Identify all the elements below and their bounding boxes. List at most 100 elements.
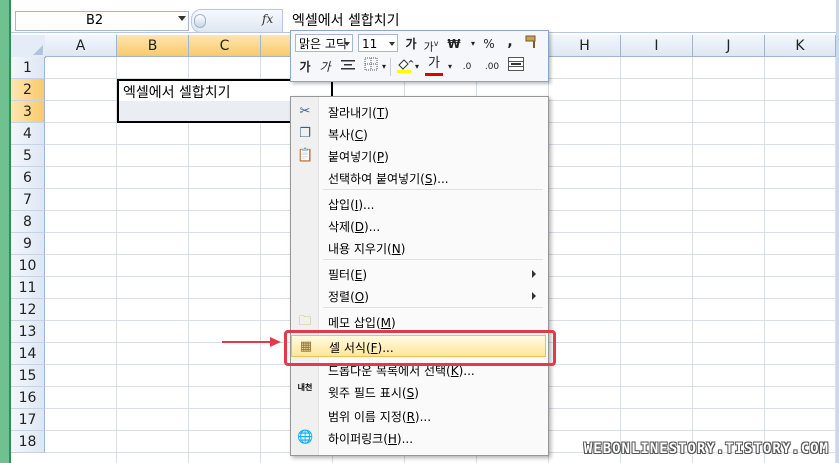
menu-ellipsis: ...	[401, 432, 414, 446]
column-header-j[interactable]: J	[693, 35, 765, 57]
column-header-k[interactable]: K	[765, 35, 836, 57]
menu-label-text: 정렬	[328, 290, 351, 304]
menu-item-label: 삭제(D)...	[328, 220, 381, 234]
column-header-c[interactable]: C	[189, 35, 261, 57]
row-header-12[interactable]: 12	[11, 299, 45, 321]
column-header-i[interactable]: I	[621, 35, 693, 57]
splitter-handle-icon[interactable]	[194, 14, 206, 28]
menu-label-text: 내용 지우기	[328, 242, 388, 256]
menu-label-text: 복사	[328, 128, 351, 142]
row-header-2[interactable]: 2	[11, 79, 45, 101]
menu-item-14[interactable]: 범위 이름 지정(R)...	[291, 405, 546, 427]
menu-item-6[interactable]: 삭제(D)...	[291, 215, 546, 237]
context-menu: ✂ 잘라내기(T) ❐ 복사(C) 📋 붙여넣기(P) 선택하여 붙여넣기(S)... 삽입(…	[290, 96, 549, 456]
menu-ellipsis: ...	[463, 364, 475, 378]
menu-accelerator-key: C	[354, 128, 364, 142]
row-header-10[interactable]: 10	[11, 255, 45, 277]
currency-dropdown-icon[interactable]: ▾	[471, 34, 475, 54]
row-header-16[interactable]: 16	[11, 387, 45, 409]
percent-button[interactable]: %	[481, 34, 497, 54]
menu-ellipsis: ...	[419, 410, 432, 424]
menu-item-label: 삽입(I)...	[328, 198, 375, 212]
formula-bar-splitter[interactable]: fx	[191, 9, 283, 33]
phonetic-icon: 내천	[297, 383, 313, 392]
row-header-18[interactable]: 18	[11, 431, 45, 453]
italic-button[interactable]: 가	[317, 57, 333, 77]
menu-item-8[interactable]: 필터(E)	[291, 263, 546, 285]
menu-item-label: 복사(C)	[328, 128, 368, 142]
currency-button[interactable]: ₩	[445, 34, 463, 54]
row-header-17[interactable]: 17	[11, 409, 45, 431]
row-header-8[interactable]: 8	[11, 211, 45, 233]
format-painter-icon[interactable]	[523, 34, 541, 54]
decrease-decimal-button[interactable]: .00	[481, 57, 503, 77]
row-header-4[interactable]: 4	[11, 123, 45, 145]
menu-item-7[interactable]: 내용 지우기(N)	[291, 237, 546, 259]
align-center-icon[interactable]	[339, 57, 357, 77]
copy-icon: ❐	[299, 126, 311, 141]
font-color-button[interactable]: 가	[425, 55, 443, 76]
menu-item-13[interactable]: 내천 윗주 필드 표시(S)	[291, 381, 546, 403]
column-header-b[interactable]: B	[117, 35, 189, 57]
menu-item-4[interactable]: 선택하여 붙여넣기(S)...	[291, 167, 546, 189]
paste-icon: 📋	[297, 148, 314, 163]
menu-separator	[323, 307, 543, 308]
shrink-font-button[interactable]: 가v	[423, 34, 439, 54]
fill-color-dropdown-icon[interactable]: ▾	[414, 57, 420, 77]
menu-item-label: 붙여넣기(P)	[328, 150, 389, 164]
menu-ellipsis: ...	[368, 220, 381, 234]
formula-input[interactable]: 엑셀에서 셀합치기	[284, 9, 836, 31]
menu-separator	[323, 189, 543, 190]
chevron-down-icon[interactable]	[178, 16, 186, 21]
merge-center-icon[interactable]	[507, 57, 525, 77]
mini-toolbar: 맑은 고딕 11 가^ 가v ₩ ▾ % , 가 가 ▾ ▾ 가 ▾ .0 .0…	[290, 30, 549, 82]
fill-color-icon[interactable]	[395, 57, 413, 77]
gridline-vertical	[692, 57, 693, 463]
select-all-button[interactable]	[11, 35, 46, 58]
comma-button[interactable]: ,	[503, 32, 517, 52]
row-header-11[interactable]: 11	[11, 277, 45, 299]
menu-item-5[interactable]: 삽입(I)...	[291, 193, 546, 215]
column-header-a[interactable]: A	[45, 35, 117, 57]
borders-icon[interactable]	[363, 57, 379, 77]
chevron-down-icon[interactable]	[389, 42, 395, 46]
row-header-5[interactable]: 5	[11, 145, 45, 167]
font-name-value: 맑은 고딕	[299, 37, 347, 51]
name-box[interactable]: B2	[15, 11, 189, 31]
menu-accelerator-key: K	[450, 364, 459, 378]
menu-label-text: 드롭다운 목록에서 선택	[328, 364, 447, 378]
menu-item-2[interactable]: ❐ 복사(C)	[291, 123, 546, 145]
memo-icon: 🗀	[298, 314, 312, 329]
row-header-6[interactable]: 6	[11, 167, 45, 189]
column-header-h[interactable]: H	[549, 35, 621, 57]
menu-accelerator-key: O	[354, 290, 365, 304]
chevron-down-icon[interactable]	[344, 42, 350, 46]
row-header-7[interactable]: 7	[11, 189, 45, 211]
menu-ellipsis: ...	[437, 172, 449, 186]
menu-item-1[interactable]: ✂ 잘라내기(T)	[291, 101, 546, 123]
row-header-1[interactable]: 1	[11, 57, 45, 79]
increase-decimal-button[interactable]: .0	[457, 57, 477, 77]
menu-item-label: 잘라내기(T)	[328, 106, 389, 120]
chevron-right-icon	[532, 292, 536, 300]
row-header-9[interactable]: 9	[11, 233, 45, 255]
red-arrow-icon	[222, 337, 281, 347]
row-header-13[interactable]: 13	[11, 321, 45, 343]
font-name-select[interactable]: 맑은 고딕	[295, 34, 353, 52]
menu-item-15[interactable]: 🌐 하이퍼링크(H)...	[291, 427, 546, 449]
insert-function-button[interactable]: fx	[262, 12, 273, 26]
font-color-dropdown-icon[interactable]: ▾	[447, 57, 453, 77]
menu-accelerator-key: H	[387, 432, 397, 446]
row-header-15[interactable]: 15	[11, 365, 45, 387]
grow-font-button[interactable]: 가^	[403, 34, 419, 68]
row-header-3[interactable]: 3	[11, 101, 45, 123]
menu-item-9[interactable]: 정렬(O)	[291, 285, 546, 307]
row-header-14[interactable]: 14	[11, 343, 45, 365]
font-size-select[interactable]: 11	[358, 34, 398, 52]
borders-dropdown-icon[interactable]: ▾	[381, 57, 387, 77]
name-box-value: B2	[86, 13, 104, 28]
bold-button[interactable]: 가	[297, 57, 313, 77]
menu-item-label: 범위 이름 지정(R)...	[328, 410, 432, 424]
menu-item-3[interactable]: 📋 붙여넣기(P)	[291, 145, 546, 167]
gridline-vertical	[620, 57, 621, 463]
